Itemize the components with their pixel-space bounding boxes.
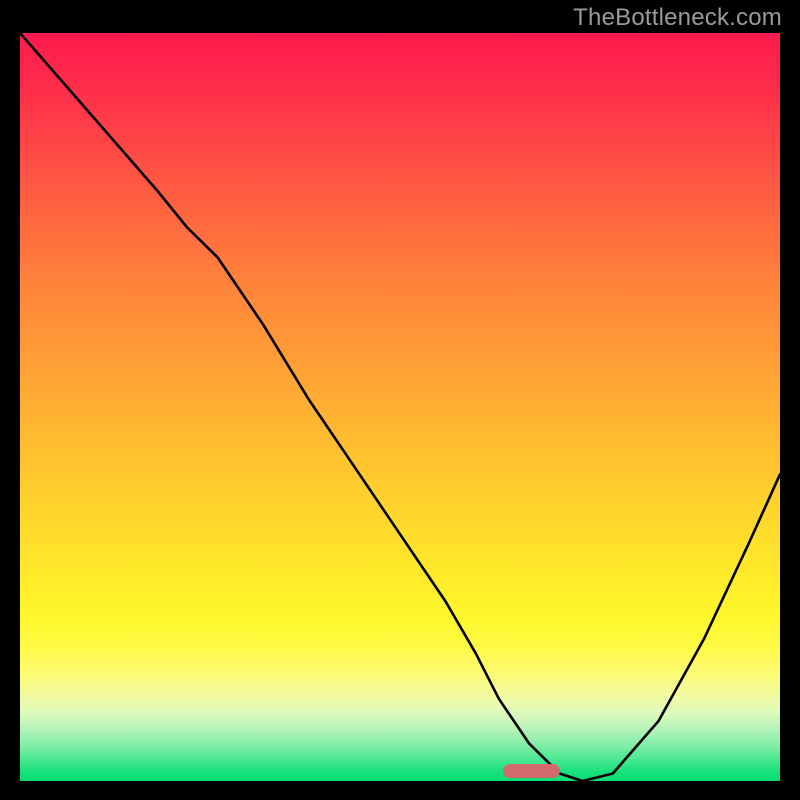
plot-area (20, 33, 780, 781)
chart-frame: TheBottleneck.com (0, 0, 800, 800)
optimal-range-marker (503, 764, 560, 778)
bottleneck-curve (20, 33, 780, 781)
watermark-text: TheBottleneck.com (573, 4, 782, 32)
